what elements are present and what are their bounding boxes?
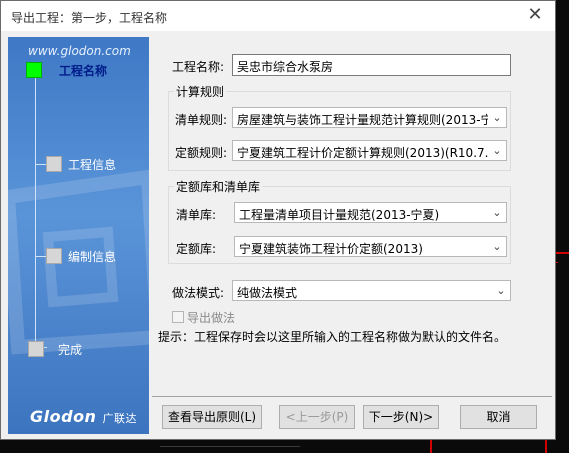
quota-rule-select[interactable]: 宁夏建筑工程计价定额计算规则(2013)(R10.7. ⌄ (232, 140, 507, 161)
list-rule-value: 房屋建筑与装饰工程计量规范计算规则(2013-宁 (237, 113, 493, 127)
chevron-down-icon: ⌄ (488, 203, 506, 222)
libraries-title: 定额库和清单库 (174, 178, 263, 195)
method-select[interactable]: 纯做法模式 ⌄ (232, 280, 511, 301)
calc-rules-title: 计算规则 (174, 83, 227, 100)
step-label: 编制信息 (68, 250, 117, 264)
chevron-down-icon: ⌄ (488, 141, 506, 160)
glodon-logo: Glodon 广联达 (30, 407, 138, 426)
step-indicator (46, 248, 62, 264)
wizard-sidebar: www.glodon.com 工程名称 工程信息 编制信息 完成 Glodon … (8, 37, 149, 434)
step-indicator-active (26, 62, 42, 78)
quota-lib-value: 宁夏建筑装饰工程计价定额(2013) (239, 242, 423, 256)
project-name-input[interactable]: 吴忠市综合水泵房 (232, 54, 511, 76)
title-bar: 导出工程：第一步，工程名称 ✕ (1, 1, 555, 31)
list-lib-label: 清单库: (176, 208, 217, 222)
project-name-label: 工程名称: (172, 60, 225, 74)
website-url: www.glodon.com (28, 44, 131, 58)
step-label: 完成 (58, 343, 83, 357)
background-decoration-line (556, 262, 558, 263)
footer-divider (152, 396, 552, 397)
step-indicator (46, 156, 62, 172)
background-decoration-line (556, 252, 569, 254)
method-label: 做法模式: (172, 286, 225, 300)
project-name-value: 吴忠市综合水泵房 (237, 60, 334, 74)
close-icon[interactable]: ✕ (525, 4, 545, 26)
window-title: 导出工程：第一步，工程名称 (11, 11, 168, 25)
step-label: 工程信息 (68, 158, 117, 172)
chevron-down-icon: ⌄ (488, 237, 506, 256)
export-project-dialog: 导出工程：第一步，工程名称 ✕ www.glodon.com 工程名称 工程信息… (0, 0, 556, 440)
background-decoration-line (430, 440, 432, 453)
quota-rule-value: 宁夏建筑工程计价定额计算规则(2013)(R10.7. (237, 146, 489, 160)
prev-step-button[interactable]: <上一步(P) (279, 405, 355, 429)
background-decoration-line (160, 446, 300, 447)
method-value: 纯做法模式 (237, 286, 298, 300)
export-method-checkbox[interactable] (172, 311, 184, 323)
list-lib-value: 工程量清单项目计量规范(2013-宁夏) (239, 208, 440, 222)
step-label: 工程名称 (59, 64, 108, 78)
list-rule-select[interactable]: 房屋建筑与装饰工程计量规范计算规则(2013-宁 ⌄ (232, 107, 507, 128)
step-indicator (28, 341, 44, 357)
chevron-down-icon: ⌄ (488, 108, 506, 127)
view-export-rules-button[interactable]: 查看导出原则(L) (162, 405, 262, 429)
list-lib-select[interactable]: 工程量清单项目计量规范(2013-宁夏) ⌄ (234, 202, 507, 223)
quota-rule-label: 定额规则: (175, 146, 228, 160)
list-rule-label: 清单规则: (175, 113, 228, 127)
hint-text: 提示：工程保存时会以这里所输入的工程名称做为默认的文件名。 (158, 330, 507, 344)
next-step-button[interactable]: 下一步(N)> (363, 405, 439, 429)
chevron-down-icon: ⌄ (492, 281, 510, 300)
export-method-label: 导出做法 (187, 311, 236, 325)
step-connector-line (35, 72, 36, 347)
background-decoration-line (545, 440, 547, 453)
cancel-button[interactable]: 取消 (460, 405, 537, 429)
quota-lib-label: 定额库: (176, 242, 217, 256)
quota-lib-select[interactable]: 宁夏建筑装饰工程计价定额(2013) ⌄ (234, 236, 507, 257)
